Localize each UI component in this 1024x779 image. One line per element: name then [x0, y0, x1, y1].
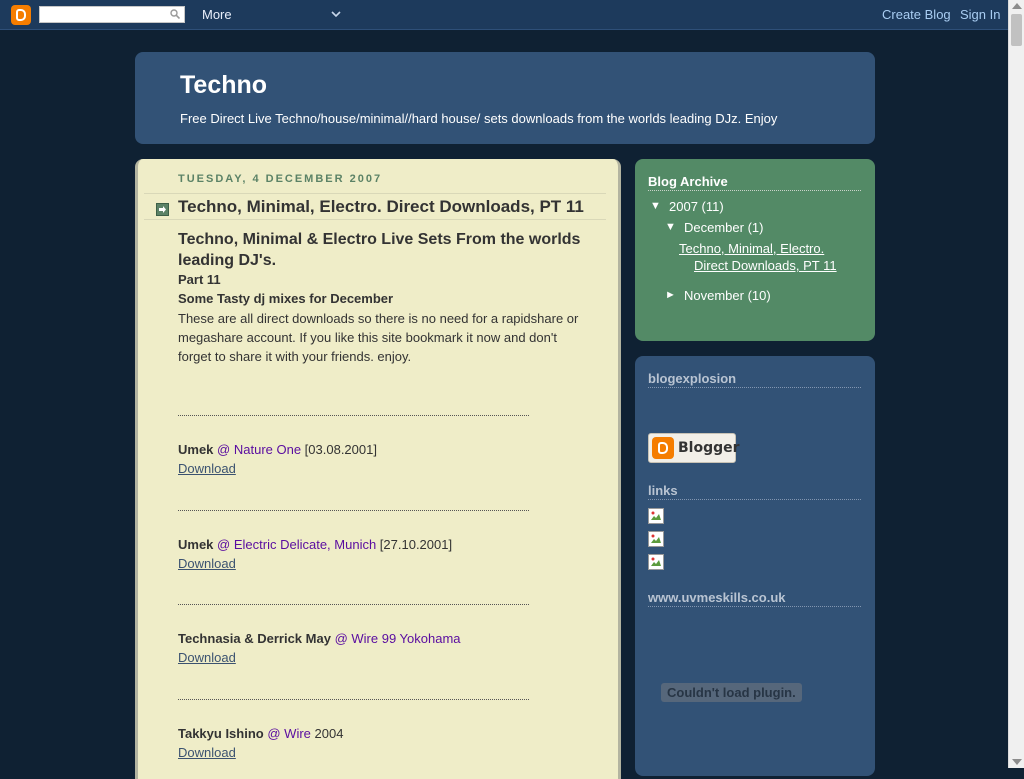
archive-year: 2007 (11) [669, 199, 724, 214]
scroll-thumb[interactable] [1011, 14, 1022, 46]
search-input[interactable] [42, 8, 162, 21]
triangle-right-icon[interactable]: ► [665, 289, 676, 301]
blog-archive-widget: Blog Archive ▼ 2007 (11) ▼ December (1) … [635, 159, 875, 341]
post-heading: Techno, Minimal & Electro Live Sets From… [178, 231, 581, 269]
post-subheading: Some Tasty dj mixes for December [178, 291, 394, 306]
chevron-down-icon[interactable] [330, 8, 342, 20]
scroll-up-icon[interactable] [1012, 3, 1022, 9]
entry-artist: Umek [178, 537, 214, 552]
entry-artist: Technasia & Derrick May [178, 631, 331, 646]
archive-month-december: December (1) [684, 220, 763, 235]
archive-december-link[interactable]: December [684, 220, 744, 235]
post-part: Part 11 [178, 272, 221, 287]
archive-post-link[interactable]: Techno, Minimal, Electro. Direct Downloa… [679, 240, 837, 274]
more-menu[interactable]: More [202, 7, 232, 22]
scroll-down-icon[interactable] [1012, 759, 1022, 765]
archive-title: Blog Archive [648, 174, 861, 191]
blogger-badge[interactable]: Blogger [648, 433, 740, 463]
entry-artist: Umek [178, 442, 214, 457]
triangle-down-icon[interactable]: ▼ [650, 200, 661, 212]
archive-year-link[interactable]: 2007 [669, 199, 698, 214]
archive-year-count: (11) [701, 199, 724, 214]
archive-november-count: (10) [747, 288, 771, 303]
uvmeskills-title: www.uvmeskills.co.uk [648, 590, 861, 607]
download-link[interactable]: Download [178, 461, 236, 476]
download-link[interactable]: Download [178, 556, 236, 571]
blogger-logo-icon[interactable] [11, 5, 31, 25]
triangle-down-icon[interactable]: ▼ [665, 221, 676, 233]
list-item: Umek @ Nature One [03.08.2001] [178, 442, 377, 457]
entry-venue-link[interactable]: @ Wire 99 Yokohama [335, 631, 461, 646]
entry-date: 2004 [310, 726, 344, 741]
archive-december-count: (1) [747, 220, 764, 235]
list-item: Umek @ Electric Delicate, Munich [27.10.… [178, 537, 452, 552]
separator [178, 699, 529, 700]
archive-month-november: November (10) [684, 288, 771, 303]
post-title[interactable]: Techno, Minimal, Electro. Direct Downloa… [178, 197, 584, 217]
main-column: Tuesday, 4 December 2007 Techno, Minimal… [135, 159, 621, 779]
download-link[interactable]: Download [178, 745, 236, 760]
date-header: Tuesday, 4 December 2007 [178, 173, 383, 185]
separator [178, 510, 529, 511]
archive-post-line1[interactable]: Techno, Minimal, Electro. [679, 241, 824, 256]
archive-post-line2[interactable]: Direct Downloads, PT 11 [694, 258, 837, 273]
blogger-logo-icon [652, 437, 674, 459]
list-item: Technasia & Derrick May @ Wire 99 Yokoha… [178, 631, 461, 646]
download-link[interactable]: Download [178, 650, 236, 665]
blog-description: Free Direct Live Techno/house/minimal//h… [180, 111, 778, 126]
broken-image-icon[interactable] [648, 554, 664, 570]
broken-image-icon[interactable] [648, 531, 664, 547]
blogexplosion-title: blogexplosion [648, 371, 861, 388]
arrow-right-icon [156, 203, 169, 216]
entry-artist: Takkyu Ishino [178, 726, 264, 741]
separator [178, 415, 529, 416]
entry-date: [27.10.2001] [376, 537, 453, 552]
sidebar-widgets: blogexplosion Blogger links www.uvmeskil… [635, 356, 875, 776]
blogger-badge-text: Blogger [678, 440, 740, 456]
plugin-error-message: Couldn't load plugin. [661, 683, 802, 702]
create-blog-link[interactable]: Create Blog [882, 7, 951, 22]
blog-title[interactable]: Techno [180, 71, 267, 100]
entry-venue-link[interactable]: @ Wire [267, 726, 311, 741]
broken-image-icon[interactable] [648, 508, 664, 524]
sign-in-link[interactable]: Sign In [960, 7, 1000, 22]
archive-november-link[interactable]: November [684, 288, 744, 303]
blog-header: Techno Free Direct Live Techno/house/min… [135, 52, 875, 144]
scrollbar[interactable] [1008, 0, 1024, 768]
search-icon[interactable] [170, 9, 180, 19]
entry-venue-link[interactable]: @ Electric Delicate, Munich [217, 537, 376, 552]
entry-venue-link[interactable]: @ Nature One [217, 442, 301, 457]
links-title: links [648, 483, 861, 500]
post-body: These are all direct downloads so there … [178, 311, 579, 364]
list-item: Takkyu Ishino @ Wire 2004 [178, 726, 343, 741]
search-box[interactable] [39, 6, 185, 23]
blogger-navbar: More Create Blog Sign In [0, 0, 1008, 30]
separator [178, 604, 529, 605]
entry-date: [03.08.2001] [301, 442, 377, 457]
